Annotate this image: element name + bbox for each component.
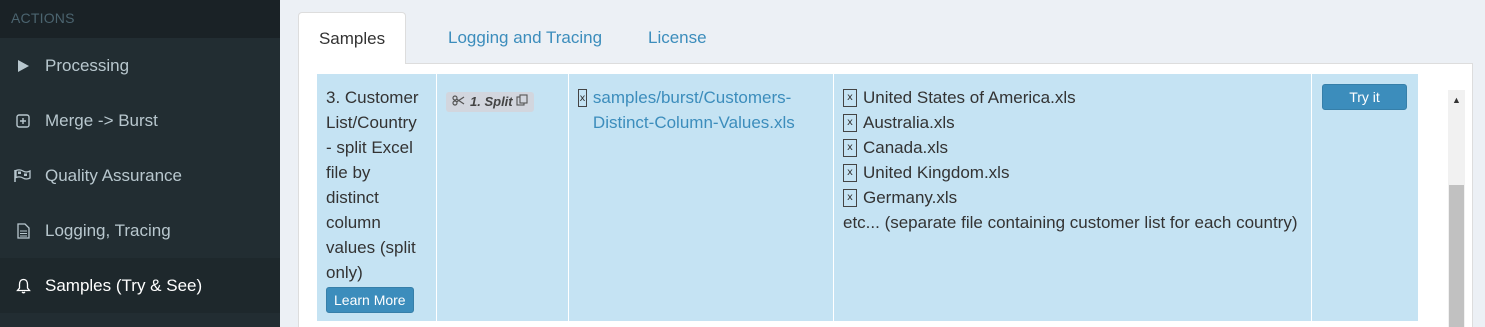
output-file-line: x United States of America.xls (843, 85, 1302, 110)
sidebar-item-label: Logging, Tracing (45, 220, 171, 240)
tab-bar: Samples Logging and Tracing License (298, 12, 1473, 65)
outputs-note: etc... (separate file containing custome… (843, 213, 1298, 232)
sample-steps-cell: 1. Split (437, 74, 569, 321)
main-content: Samples Logging and Tracing License 3. C… (280, 0, 1485, 327)
scrollbar-thumb[interactable] (1449, 185, 1464, 327)
tab-logging-and-tracing[interactable]: Logging and Tracing (428, 12, 622, 64)
table-row: 3. Customer List/Country - split Excel f… (317, 74, 1418, 321)
excel-file-icon: x (843, 113, 857, 132)
bell-icon (12, 278, 34, 294)
copy-icon (516, 93, 528, 111)
try-it-button[interactable]: Try it (1322, 84, 1407, 110)
file-text-icon (12, 222, 34, 239)
split-step-badge[interactable]: 1. Split (446, 92, 534, 112)
learn-more-button[interactable]: Learn More (326, 287, 414, 313)
tab-samples[interactable]: Samples (298, 12, 406, 65)
sidebar-header: ACTIONS (0, 0, 280, 38)
flag-checkered-icon (12, 168, 34, 183)
output-file-name: Germany.xls (863, 188, 958, 207)
sidebar-item-processing[interactable]: Processing (0, 38, 280, 93)
output-file-line: x Canada.xls (843, 135, 1302, 160)
sample-action-cell: Try it (1312, 74, 1418, 321)
output-file-name: Australia.xls (863, 113, 955, 132)
input-file-link[interactable]: samples/burst/Customers-Distinct-Column-… (593, 85, 824, 135)
samples-panel: 3. Customer List/Country - split Excel f… (298, 64, 1473, 327)
excel-file-icon: x (843, 188, 857, 207)
sample-output-cell: x United States of America.xls x Austral… (834, 74, 1312, 321)
output-file-line: x Australia.xls (843, 110, 1302, 135)
output-file-name: United Kingdom.xls (863, 163, 1010, 182)
sidebar: ACTIONS Processing Merge -> Burst Qualit… (0, 0, 280, 327)
sidebar-item-label: Processing (45, 55, 130, 75)
sidebar-item-quality-assurance[interactable]: Quality Assurance (0, 148, 280, 203)
excel-file-icon: x (843, 138, 857, 157)
sample-description: 3. Customer List/Country - split Excel f… (326, 88, 419, 282)
vertical-scrollbar[interactable]: ▲ (1448, 90, 1465, 327)
excel-file-icon: x (578, 89, 587, 107)
sample-input-cell: x samples/burst/Customers-Distinct-Colum… (569, 74, 834, 321)
split-step-label: 1. Split (470, 94, 513, 109)
sidebar-item-samples[interactable]: Samples (Try & See) (0, 258, 280, 313)
sample-description-cell: 3. Customer List/Country - split Excel f… (317, 74, 437, 321)
output-file-name: United States of America.xls (863, 88, 1076, 107)
sidebar-item-label: Quality Assurance (45, 165, 183, 185)
tab-license[interactable]: License (628, 12, 727, 64)
scroll-up-arrow-icon[interactable]: ▲ (1448, 90, 1465, 110)
input-file-line: x samples/burst/Customers-Distinct-Colum… (578, 85, 824, 135)
output-file-line: x Germany.xls (843, 185, 1302, 210)
excel-file-icon: x (843, 163, 857, 182)
output-file-name: Canada.xls (863, 138, 949, 157)
scissors-icon (452, 93, 465, 111)
output-file-line: x United Kingdom.xls (843, 160, 1302, 185)
play-icon (12, 59, 34, 73)
excel-file-icon: x (843, 88, 857, 107)
sidebar-item-logging-tracing[interactable]: Logging, Tracing (0, 203, 280, 258)
sidebar-item-label: Merge -> Burst (45, 110, 158, 130)
plus-square-icon (12, 113, 34, 128)
sidebar-item-label: Samples (Try & See) (45, 275, 203, 295)
sidebar-item-merge-burst[interactable]: Merge -> Burst (0, 93, 280, 148)
